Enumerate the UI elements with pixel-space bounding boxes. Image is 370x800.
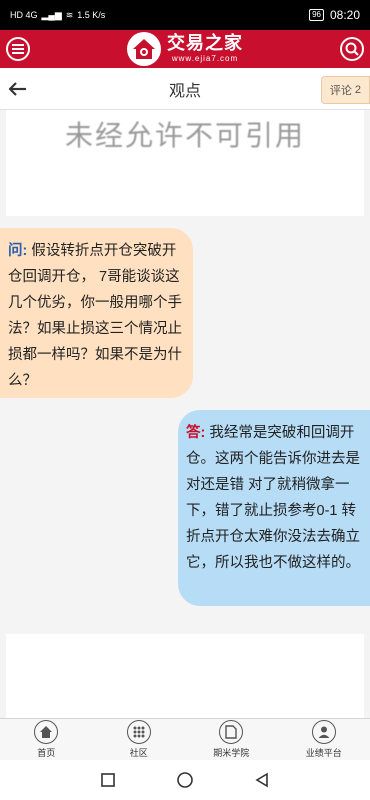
logo-title: 交易之家 — [167, 33, 243, 54]
network-indicator: HD 4G — [10, 10, 38, 20]
answer-bubble: 答: 我经常是突破和回调开仓。这两个能告诉你进去是对还是错 对了就稍微拿一下，错… — [178, 410, 370, 606]
tab-academy[interactable]: 期米学院 — [185, 719, 278, 760]
system-navigation-bar — [0, 760, 370, 800]
tab-label-community: 社区 — [129, 748, 148, 758]
status-right: 96 08:20 — [309, 8, 360, 22]
menu-button[interactable] — [6, 37, 30, 61]
recents-button[interactable] — [98, 770, 118, 790]
question-bubble: 问: 假设转折点开仓突破开仓回调开仓， 7哥能谈谈这几个优劣，你一般用哪个手法？… — [0, 228, 193, 398]
user-icon — [311, 720, 336, 744]
circle-icon — [177, 772, 193, 788]
grid-icon — [126, 720, 151, 744]
question-text: 假设转折点开仓突破开仓回调开仓， 7哥能谈谈这几个优劣，你一般用哪个手法？如果止… — [8, 243, 182, 389]
article-image: 未经允许不可引用 — [6, 110, 364, 216]
tab-performance[interactable]: 业绩平台 — [278, 719, 370, 760]
tab-label-home: 首页 — [37, 748, 56, 758]
watermark-text: 未经允许不可引用 — [64, 120, 305, 151]
hamburger-icon — [12, 44, 24, 54]
battery-icon: 96 — [309, 9, 324, 21]
answer-prefix: 答: — [186, 425, 206, 441]
search-icon — [345, 42, 359, 56]
question-prefix: 问: — [8, 243, 28, 259]
home-icon — [34, 720, 59, 744]
next-content-card — [6, 634, 364, 718]
tab-label-performance: 业绩平台 — [305, 748, 342, 758]
signal-icon: ▂▄▆ — [41, 9, 62, 20]
page-navbar: 观点 评论 2 — [0, 68, 370, 110]
logo-url: www.ejia7.com — [171, 54, 239, 63]
page-title: 观点 — [168, 82, 201, 100]
brand-header: 交易之家 www.ejia7.com — [0, 30, 370, 68]
bottom-tab-bar: 首页 社区 期米学院 业绩平台 — [0, 718, 370, 760]
house-logo-icon — [127, 32, 161, 66]
comment-label: 评论 — [329, 85, 352, 97]
comment-count: 2 — [354, 84, 361, 96]
tab-label-academy: 期米学院 — [213, 748, 250, 758]
document-icon — [219, 720, 244, 744]
status-left: HD 4G ▂▄▆ ≋ 1.5 K/s — [10, 10, 105, 21]
wifi-icon: ≋ — [65, 9, 74, 20]
logo-text: 交易之家 www.ejia7.com — [167, 35, 243, 63]
back-button[interactable] — [6, 78, 30, 100]
comment-button[interactable]: 评论 2 — [320, 76, 370, 104]
clock: 08:20 — [329, 8, 360, 22]
triangle-back-icon — [255, 772, 268, 788]
answer-text: 我经常是突破和回调开仓。这两个能告诉你进去是对还是错 对了就稍微拿一下，错了就止… — [186, 425, 360, 571]
speed-indicator: 1.5 K/s — [77, 10, 106, 20]
brand-logo[interactable]: 交易之家 www.ejia7.com — [127, 32, 243, 66]
tab-community[interactable]: 社区 — [93, 719, 186, 760]
status-bar: HD 4G ▂▄▆ ≋ 1.5 K/s 96 08:20 — [0, 0, 370, 30]
back-system-button[interactable] — [252, 770, 272, 790]
back-arrow-icon — [9, 82, 26, 96]
tab-home[interactable]: 首页 — [0, 719, 93, 760]
search-button[interactable] — [340, 37, 364, 61]
home-system-button[interactable] — [175, 770, 195, 790]
square-icon — [101, 773, 116, 787]
